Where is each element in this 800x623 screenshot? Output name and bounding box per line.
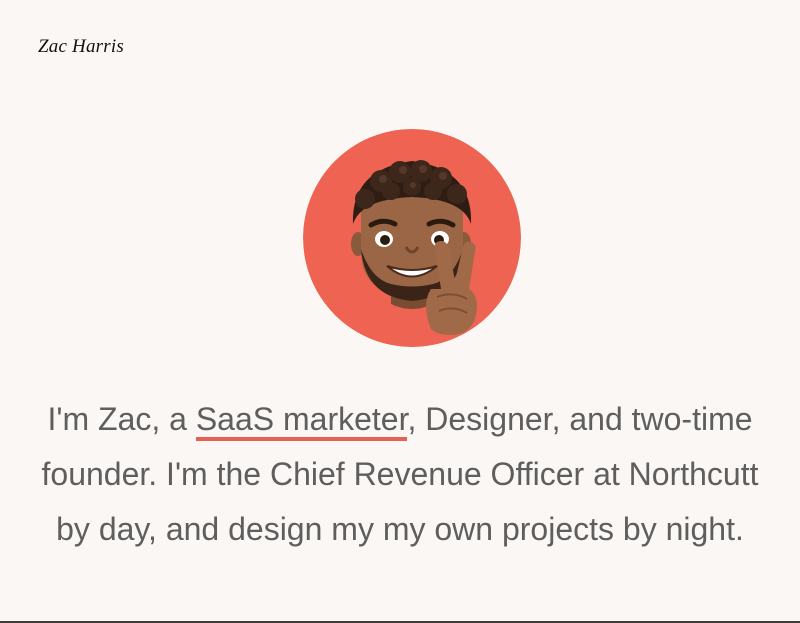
site-name[interactable]: Zac Harris	[38, 36, 124, 58]
memoji-peace-sign-icon	[303, 129, 521, 347]
avatar	[303, 129, 521, 347]
saas-marketer-link[interactable]: SaaS marketer	[195, 401, 408, 441]
intro-paragraph: I'm Zac, a SaaS marketer, Designer, and …	[40, 392, 760, 557]
intro-lead: I'm Zac, a	[47, 401, 196, 437]
